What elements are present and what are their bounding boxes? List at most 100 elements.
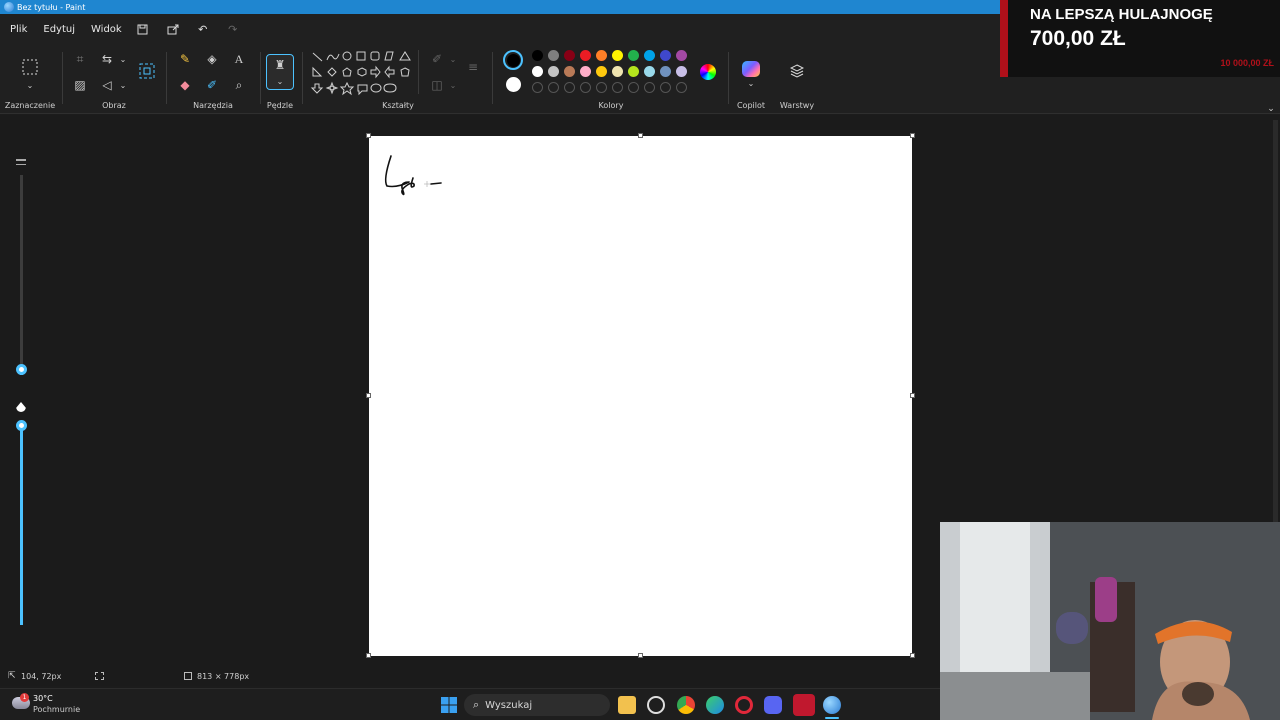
custom-color-slot[interactable]: [644, 82, 655, 93]
resize-handle[interactable]: [366, 393, 371, 398]
primary-color-button[interactable]: [503, 50, 523, 70]
color-swatch[interactable]: [564, 66, 575, 77]
cursor-icon: ⇱: [8, 671, 16, 681]
taskbar-search[interactable]: ⌕ Wyszukaj: [464, 694, 610, 716]
custom-color-slot[interactable]: [660, 82, 671, 93]
resize-handle[interactable]: [910, 653, 915, 658]
color-swatch[interactable]: [644, 66, 655, 77]
redo-icon[interactable]: ↷: [226, 22, 240, 36]
color-swatch[interactable]: [596, 66, 607, 77]
undo-icon[interactable]: ↶: [196, 22, 210, 36]
divider: [418, 50, 419, 94]
magnifier-icon[interactable]: ⌕: [230, 76, 248, 94]
color-swatch[interactable]: [660, 50, 671, 61]
color-swatch[interactable]: [548, 50, 559, 61]
chevron-down-icon[interactable]: ⌄: [444, 50, 462, 68]
color-swatch[interactable]: [676, 66, 687, 77]
donation-goal-overlay: NA LEPSZĄ HULAJNOGĘ 700,00 ZŁ 10 000,00 …: [1000, 0, 1280, 77]
save-icon[interactable]: [136, 22, 150, 36]
group-tools: ✎ ◈ A ◆ ✐ ⌕ Narzędzia: [168, 44, 258, 114]
divider: [62, 52, 63, 104]
start-icon[interactable]: [440, 696, 458, 714]
color-swatch[interactable]: [628, 50, 639, 61]
opera-icon[interactable]: [735, 696, 753, 714]
image-select-icon[interactable]: [138, 62, 156, 80]
snipping-tool-icon[interactable]: [647, 696, 665, 714]
color-swatch[interactable]: [532, 50, 543, 61]
custom-color-slot[interactable]: [628, 82, 639, 93]
resize-handle[interactable]: [366, 653, 371, 658]
chrome-icon[interactable]: [677, 696, 695, 714]
menu-view[interactable]: Widok: [91, 24, 122, 35]
layers-icon[interactable]: [788, 62, 806, 80]
chevron-down-icon[interactable]: ⌄: [271, 72, 289, 90]
menu-bar: Plik Edytuj Widok ↶ ↷: [0, 14, 1000, 44]
color-swatch[interactable]: [628, 66, 639, 77]
color-swatch[interactable]: [532, 66, 543, 77]
custom-color-slot[interactable]: [548, 82, 559, 93]
eraser-icon[interactable]: ◆: [176, 76, 194, 94]
group-label-brushes: Pędzle: [266, 101, 294, 110]
menu-file[interactable]: Plik: [10, 24, 27, 35]
resize-handle[interactable]: [638, 653, 643, 658]
group-copilot: ⌄ Copilot: [732, 44, 770, 114]
custom-color-slot[interactable]: [580, 82, 591, 93]
promo-headline: NA LEPSZĄ HULAJNOGĘ: [1030, 6, 1213, 23]
group-label-shapes: Kształty: [382, 101, 414, 110]
weather-description: Pochmurnie: [33, 705, 81, 714]
divider: [492, 52, 493, 104]
chevron-down-icon[interactable]: ⌄: [114, 50, 132, 68]
chevron-down-icon[interactable]: ⌄: [742, 74, 760, 92]
stroke-size-icon[interactable]: ≡: [464, 58, 482, 76]
brush-size-slider-track[interactable]: [20, 175, 23, 370]
brush-size-slider-thumb[interactable]: [16, 364, 27, 375]
rectangle-select-icon[interactable]: [21, 58, 39, 76]
color-swatch[interactable]: [596, 50, 607, 61]
color-swatch[interactable]: [580, 50, 591, 61]
resize-handle[interactable]: [910, 133, 915, 138]
file-explorer-icon[interactable]: [618, 696, 636, 714]
color-swatch[interactable]: [676, 50, 687, 61]
streaming-app-icon[interactable]: [793, 694, 815, 716]
color-swatch[interactable]: [644, 50, 655, 61]
weather-badge: 1: [20, 693, 29, 702]
edit-colors-icon[interactable]: [700, 64, 716, 80]
chevron-down-icon[interactable]: ⌄: [444, 76, 462, 94]
color-swatch[interactable]: [612, 50, 623, 61]
color-swatch[interactable]: [612, 66, 623, 77]
shapes-gallery[interactable]: [310, 50, 418, 100]
discord-icon[interactable]: [764, 696, 782, 714]
chevron-down-icon[interactable]: ⌄: [114, 76, 132, 94]
color-swatch[interactable]: [564, 50, 575, 61]
color-swatch[interactable]: [548, 66, 559, 77]
vpn-icon[interactable]: [706, 696, 724, 714]
resize-handle[interactable]: [638, 133, 643, 138]
divider: [260, 52, 261, 104]
custom-color-slot[interactable]: [612, 82, 623, 93]
remove-background-icon[interactable]: ▨: [71, 76, 89, 94]
resize-handle[interactable]: [366, 133, 371, 138]
divider: [728, 52, 729, 104]
share-icon[interactable]: [166, 22, 180, 36]
custom-color-slot[interactable]: [676, 82, 687, 93]
pencil-icon[interactable]: ✎: [176, 50, 194, 68]
chevron-down-icon[interactable]: ⌄: [21, 76, 39, 94]
canvas-drawing: [384, 155, 442, 196]
drawing-canvas[interactable]: [369, 136, 912, 656]
custom-color-slot[interactable]: [532, 82, 543, 93]
paint-taskbar-icon[interactable]: [823, 696, 841, 714]
text-tool-icon[interactable]: A: [230, 50, 248, 68]
color-swatch[interactable]: [580, 66, 591, 77]
color-picker-icon[interactable]: ✐: [203, 76, 221, 94]
secondary-color-button[interactable]: [506, 77, 521, 92]
crop-icon[interactable]: ⌗: [71, 50, 89, 68]
fill-bucket-icon[interactable]: ◈: [203, 50, 221, 68]
opacity-slider-thumb[interactable]: [16, 420, 27, 431]
active-app-indicator: [825, 717, 839, 719]
custom-color-slot[interactable]: [564, 82, 575, 93]
group-brushes: ♜ ⌄ Pędzle: [262, 44, 298, 114]
custom-color-slot[interactable]: [596, 82, 607, 93]
menu-edit[interactable]: Edytuj: [43, 24, 75, 35]
color-swatch[interactable]: [660, 66, 671, 77]
resize-handle[interactable]: [910, 393, 915, 398]
